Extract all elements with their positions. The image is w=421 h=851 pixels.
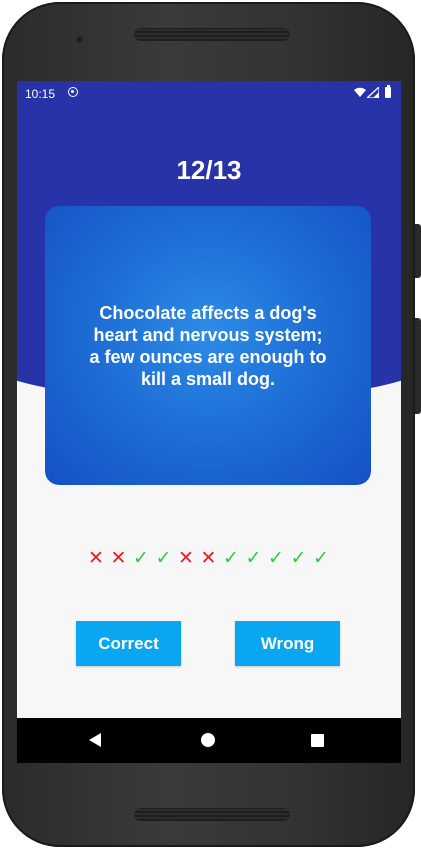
device-frame: 10:15 12/13 Chocolate affects a dog's he… <box>0 0 421 851</box>
question-progress: 12/13 <box>176 155 242 185</box>
app-screen: 10:15 12/13 Chocolate affects a dog's he… <box>17 81 401 763</box>
wrong-mark-icon: ✕ <box>178 548 195 569</box>
volume-button <box>415 318 421 414</box>
status-time: 10:15 <box>25 87 56 101</box>
navigation-bar <box>17 718 401 763</box>
correct-mark-icon: ✓ <box>245 548 263 569</box>
wrong-button[interactable]: Wrong <box>235 621 340 666</box>
question-card: Chocolate affects a dog's heart and nerv… <box>45 206 371 485</box>
battery-icon <box>385 85 391 98</box>
wrong-mark-icon: ✕ <box>88 548 105 569</box>
status-bar: 10:15 <box>17 81 401 105</box>
sync-icon <box>68 87 78 97</box>
wifi-icon <box>354 87 366 97</box>
correct-mark-icon: ✓ <box>313 548 330 569</box>
answer-history: ✕ ✕ ✓ ✓ ✕ ✕ ✓ ✓ ✓ ✓ ✓ <box>17 547 401 570</box>
correct-button[interactable]: Correct <box>76 621 181 666</box>
recent-apps-icon[interactable] <box>311 734 324 747</box>
power-button <box>415 224 421 278</box>
home-icon[interactable] <box>201 733 215 747</box>
signal-icon <box>367 87 379 98</box>
wrong-mark-icon: ✕ <box>110 548 128 569</box>
bottom-speaker <box>134 808 290 821</box>
correct-mark-icon: ✓ <box>290 548 308 569</box>
top-speaker <box>134 28 290 41</box>
correct-mark-icon: ✓ <box>155 548 173 569</box>
wrong-mark-icon: ✕ <box>200 548 218 569</box>
question-statement: Chocolate affects a dog's heart and nerv… <box>89 302 327 389</box>
correct-mark-icon: ✓ <box>268 548 285 569</box>
back-icon[interactable] <box>89 733 101 747</box>
correct-mark-icon: ✓ <box>223 548 240 569</box>
correct-mark-icon: ✓ <box>133 548 150 569</box>
front-camera <box>75 35 84 44</box>
